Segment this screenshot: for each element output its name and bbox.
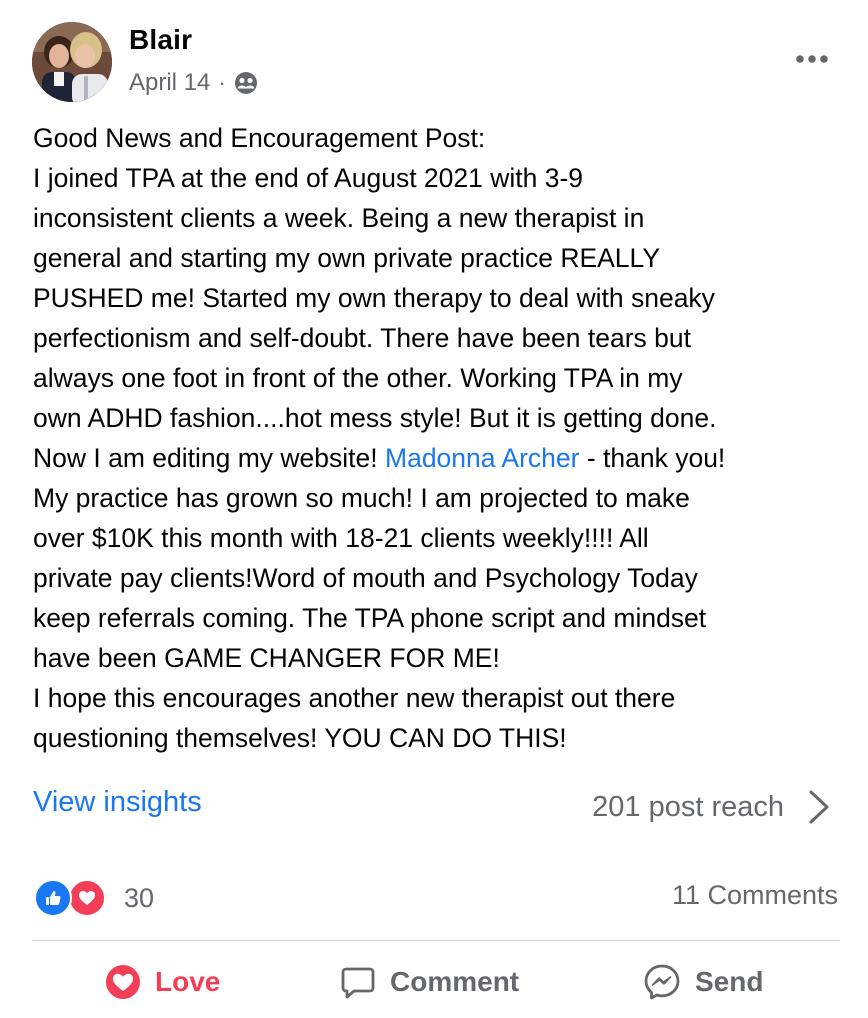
mention-link[interactable]: Madonna Archer (385, 443, 579, 473)
love-icon (68, 879, 106, 917)
send-button-label: Send (695, 966, 764, 997)
post-text-line: I hope this encourages another new thera… (33, 683, 676, 713)
post-card: Blair April 14 · Good News and Encourage… (0, 0, 868, 1018)
chevron-right-icon (806, 787, 832, 827)
love-reaction-icon (106, 965, 140, 999)
author-avatar[interactable] (32, 22, 112, 102)
post-text-line-mention: Now I am editing my website! Madonna Arc… (33, 438, 843, 478)
post-date[interactable]: April 14 (129, 69, 210, 97)
post-body: Good News and Encouragement Post: I join… (33, 118, 843, 758)
post-text-line: always one foot in front of the other. W… (33, 363, 683, 393)
author-name[interactable]: Blair (129, 24, 192, 56)
post-text-line: perfectionism and self-doubt. There have… (33, 323, 691, 353)
love-button[interactable]: Love (105, 958, 220, 1006)
action-divider (32, 940, 840, 941)
reactions-summary[interactable]: 30 (34, 878, 154, 918)
post-text-line: private pay clients!Word of mouth and Ps… (33, 563, 698, 593)
comment-button-label: Comment (390, 966, 520, 997)
friends-icon[interactable] (234, 71, 258, 95)
post-text-line: keep referrals coming. The TPA phone scr… (33, 603, 707, 633)
meta-separator: · (218, 70, 226, 95)
more-options-button[interactable] (792, 44, 832, 74)
send-button[interactable]: Send (643, 958, 763, 1006)
post-text-line: inconsistent clients a week. Being a new… (33, 203, 645, 233)
messenger-icon (644, 964, 680, 1000)
like-icon (34, 879, 72, 917)
comment-icon (341, 967, 375, 999)
reaction-icons (34, 879, 110, 917)
post-reach-button[interactable]: 201 post reach (592, 784, 832, 830)
view-insights-link[interactable]: View insights (33, 786, 202, 819)
comments-count-link[interactable]: 11 Comments (672, 880, 838, 911)
post-text-line: questioning themselves! YOU CAN DO THIS! (33, 723, 567, 753)
post-text-line: general and starting my own private prac… (33, 243, 660, 273)
mention-suffix-text: - thank you! (579, 443, 726, 473)
more-horizontal-icon (796, 55, 828, 63)
post-text-line: Good News and Encouragement Post: (33, 123, 486, 153)
love-button-label: Love (155, 966, 221, 997)
post-text-line: I joined TPA at the end of August 2021 w… (33, 163, 584, 193)
reaction-count: 30 (124, 882, 155, 913)
post-text-line: have been GAME CHANGER FOR ME! (33, 643, 500, 673)
post-reach-label: 201 post reach (592, 790, 784, 823)
avatar-photo (32, 22, 112, 102)
comment-button[interactable]: Comment (340, 958, 519, 1006)
post-text-line: over $10K this month with 18-21 clients … (33, 523, 649, 553)
post-text-line: My practice has grown so much! I am proj… (33, 483, 690, 513)
post-meta: April 14 · (129, 66, 258, 100)
mention-prefix-text: Now I am editing my website! (33, 443, 385, 473)
post-text-line: PUSHED me! Started my own therapy to dea… (33, 283, 715, 313)
post-text-line: own ADHD fashion....hot mess style! But … (33, 403, 717, 433)
